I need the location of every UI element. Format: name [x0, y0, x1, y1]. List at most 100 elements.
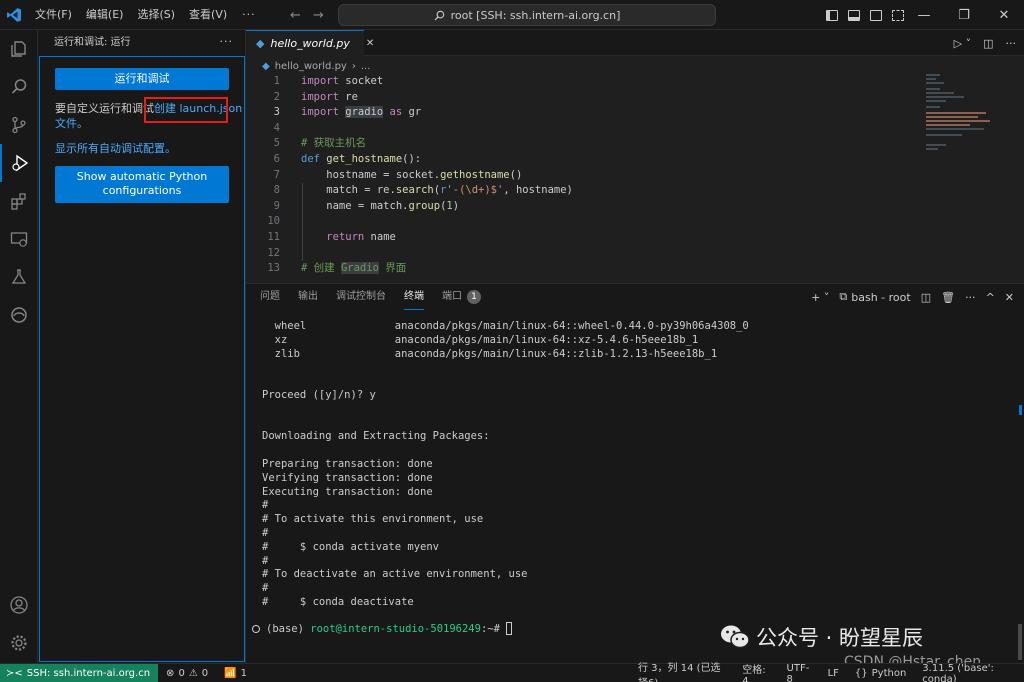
- minimap-line: [926, 144, 946, 146]
- tab-terminal[interactable]: 终端: [404, 284, 424, 310]
- minimap-line: [926, 120, 990, 122]
- language-mode[interactable]: {} Python: [847, 668, 914, 679]
- menu-edit[interactable]: 编辑(E): [79, 0, 131, 30]
- menu-view[interactable]: 查看(V): [182, 0, 234, 30]
- restore-icon[interactable]: ❐: [944, 0, 984, 30]
- tab-problems[interactable]: 问题: [260, 284, 280, 310]
- close-icon[interactable]: ✕: [984, 0, 1024, 30]
- error-icon: ⊗: [166, 667, 175, 679]
- menu-file[interactable]: 文件(F): [28, 0, 79, 30]
- tab-output[interactable]: 输出: [298, 284, 318, 310]
- show-all-debug-configs-link[interactable]: 显示所有自动调试配置。: [55, 141, 176, 156]
- error-count: 0: [178, 667, 185, 679]
- explorer-icon[interactable]: [0, 30, 38, 68]
- minimap-line: [926, 134, 962, 136]
- menu-more-button[interactable]: ···: [234, 8, 264, 21]
- ports-status[interactable]: 📶 1: [216, 668, 255, 679]
- remote-indicator[interactable]: ≻< SSH: ssh.intern-ai.org.cn: [0, 663, 159, 682]
- kill-terminal-icon[interactable]: 🗑: [941, 291, 955, 304]
- terminal-instance[interactable]: ⧉ bash - root: [839, 290, 910, 304]
- annotation-highlight-box: [144, 97, 228, 123]
- new-terminal-icon[interactable]: + ˅: [811, 291, 829, 304]
- menu-selection[interactable]: 选择(S): [130, 0, 182, 30]
- cursor-position[interactable]: 行 3，列 14 (已选择6): [630, 659, 734, 682]
- command-decoration-icon[interactable]: [252, 624, 260, 633]
- back-arrow-icon[interactable]: ←: [290, 8, 301, 23]
- end-of-line[interactable]: LF: [820, 668, 847, 679]
- editor-tab-bar: ◆ hello_world.py ✕ ▷ ˅ ◫ ···: [246, 30, 1024, 56]
- terminal-line: Downloading and Extracting Packages:: [262, 430, 490, 443]
- code-line: 7 hostname = socket.gethostname(): [273, 168, 523, 181]
- python-interpreter[interactable]: 3.11.5 ('base': conda): [914, 663, 1024, 682]
- close-tab-icon[interactable]: ✕: [366, 38, 374, 49]
- terminal-output[interactable]: wheel anaconda/pkgs/main/linux-64::wheel…: [262, 320, 749, 610]
- minimap-line: [926, 88, 940, 90]
- breadcrumb: ◆ hello_world.py › ...: [262, 58, 370, 74]
- toggle-panel-icon[interactable]: [848, 9, 860, 21]
- file-suffix: 文件。: [55, 117, 88, 130]
- source-control-icon[interactable]: [0, 106, 38, 144]
- panel-more-actions-icon[interactable]: ···: [965, 291, 976, 304]
- breadcrumb-symbol[interactable]: ...: [361, 61, 371, 72]
- terminal-scrollbar[interactable]: [1014, 310, 1024, 664]
- command-center-label: root [SSH: ssh.intern-ai.org.cn]: [450, 8, 621, 22]
- tab-ports-label: 端口: [442, 291, 462, 302]
- bottom-panel: 问题 输出 调试控制台 终端 端口 1 + ˅ ⧉ bash - root ◫ 🗑 …: [246, 283, 1024, 663]
- run-and-debug-icon[interactable]: [0, 144, 38, 182]
- tab-hello-world-py[interactable]: ◆ hello_world.py ✕: [246, 30, 374, 56]
- customize-layout-icon[interactable]: [892, 9, 904, 21]
- code-line: 8 match = re.search(r'-(\d+)$', hostname…: [273, 184, 573, 197]
- toggle-secondary-sidebar-icon[interactable]: [870, 9, 882, 21]
- maximize-panel-icon[interactable]: ^: [986, 291, 995, 304]
- layout-controls: [826, 0, 904, 30]
- tab-debug-console[interactable]: 调试控制台: [336, 284, 386, 310]
- minimize-icon[interactable]: —: [904, 0, 944, 30]
- terminal-line: # To activate this environment, use: [262, 513, 484, 526]
- run-and-debug-button[interactable]: 运行和调试: [55, 68, 229, 90]
- minimap-line: [926, 112, 986, 114]
- testing-icon[interactable]: [0, 258, 38, 296]
- account-icon[interactable]: [0, 586, 38, 624]
- split-terminal-icon[interactable]: ◫: [921, 291, 931, 304]
- settings-gear-icon[interactable]: [0, 624, 38, 662]
- forward-arrow-icon[interactable]: →: [313, 8, 324, 23]
- terminal-prompt[interactable]: (base) root@intern-studio-50196249 :~#: [252, 622, 513, 635]
- minimap[interactable]: [926, 74, 996, 164]
- terminal-line: #: [262, 554, 269, 567]
- breadcrumb-file[interactable]: hello_world.py: [275, 61, 347, 72]
- watermark-text: 公众号 · 盼望星辰: [756, 626, 924, 650]
- extensions-icon[interactable]: [0, 182, 38, 220]
- terminal-line: #: [262, 582, 269, 595]
- indentation[interactable]: 空格: 4: [734, 661, 778, 682]
- minimap-line: [926, 116, 978, 118]
- warning-count: 0: [201, 667, 209, 679]
- edge-devtools-icon[interactable]: [0, 296, 38, 334]
- command-center[interactable]: root [SSH: ssh.intern-ai.org.cn]: [338, 4, 716, 26]
- code-editor[interactable]: 1 import socket 2 import re 3 import gradio…: [246, 74, 926, 277]
- tab-label: hello_world.py: [270, 37, 350, 50]
- toggle-primary-sidebar-icon[interactable]: [826, 9, 838, 21]
- run-python-file-icon[interactable]: ▷ ˅: [954, 37, 971, 50]
- terminal-cursor: [506, 622, 513, 635]
- remote-explorer-icon[interactable]: [0, 220, 38, 258]
- ports-count-badge: 1: [467, 290, 481, 304]
- close-panel-icon[interactable]: ✕: [1005, 291, 1014, 304]
- code-line: 6 def get_hostname():: [273, 152, 422, 165]
- terminal-line: zlib anaconda/pkgs/main/linux-64::zlib-1…: [262, 347, 718, 360]
- encoding[interactable]: UTF-8: [779, 663, 820, 682]
- editor-more-actions-icon[interactable]: ···: [1006, 37, 1017, 50]
- minimap-line: [926, 106, 940, 108]
- code-line: 12: [267, 246, 280, 259]
- terminal-name: bash - root: [851, 290, 911, 304]
- terminal-line: Verifying transaction: done: [262, 471, 433, 484]
- code-line: 5 # 获取主机名: [273, 137, 367, 150]
- scrollbar-thumb[interactable]: [1018, 624, 1022, 660]
- split-editor-icon[interactable]: ◫: [983, 37, 993, 50]
- problems-status[interactable]: ⊗ 0 ⚠ 0: [158, 668, 216, 679]
- sidebar-more-actions-button[interactable]: ···: [220, 30, 234, 56]
- tab-ports[interactable]: 端口 1: [442, 284, 481, 310]
- search-icon[interactable]: [0, 68, 38, 106]
- show-python-configurations-button[interactable]: Show automatic Python configurations: [55, 166, 229, 203]
